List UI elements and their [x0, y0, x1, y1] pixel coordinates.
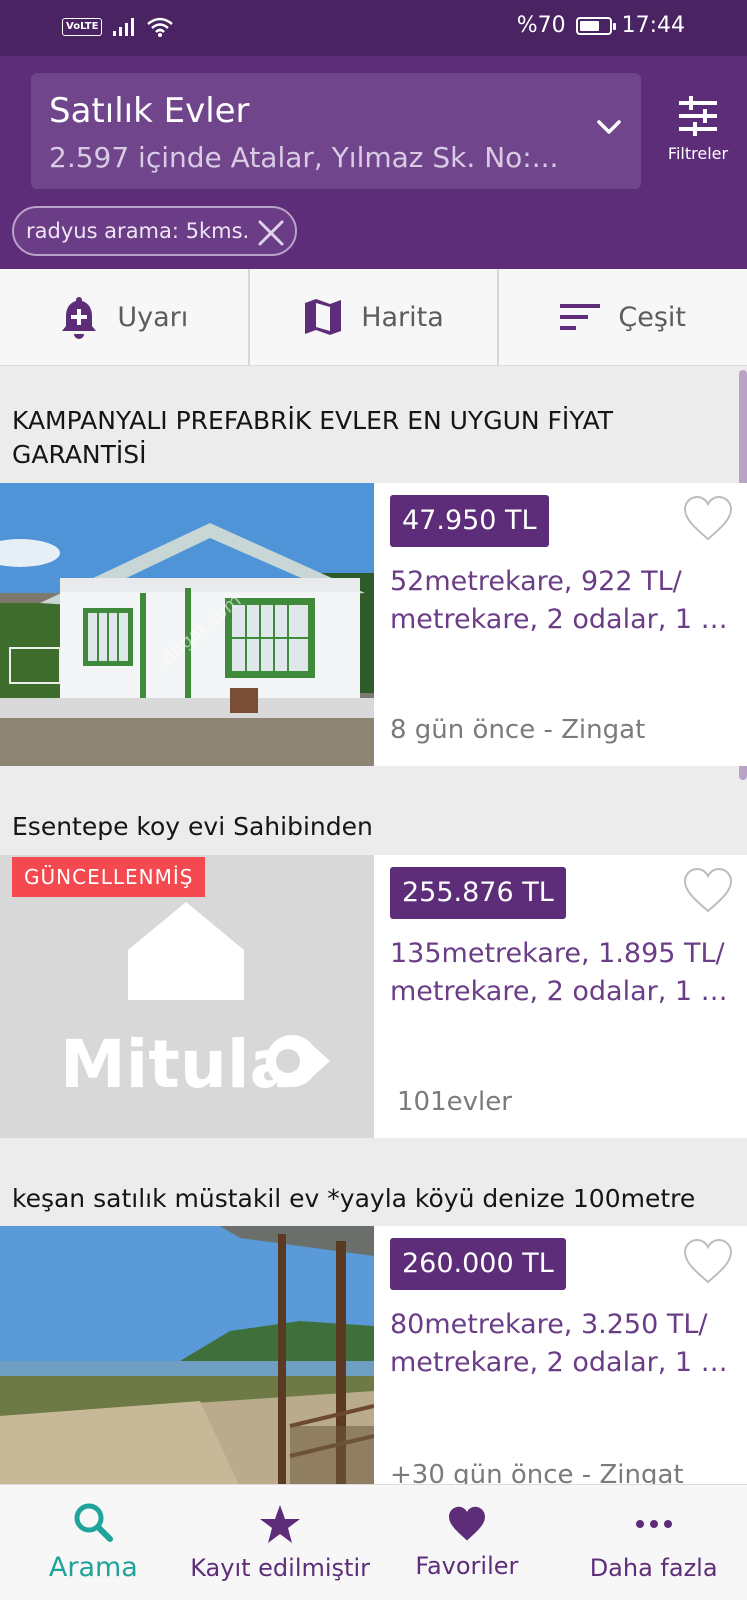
seaside-house-photo	[0, 1226, 374, 1484]
sort-label: Çeşit	[618, 301, 686, 333]
details-line: metrekare, 2 odalar, 1 t...	[390, 976, 730, 1007]
price-tag: 260.000 TL	[390, 1238, 566, 1290]
mitula-placeholder-image: Mitula	[60, 902, 330, 1103]
search-location: 2.597 içinde Atalar, Yılmaz Sk. No:...	[49, 141, 559, 174]
search-icon	[74, 1503, 114, 1542]
updated-badge: GÜNCELLENMİŞ	[12, 857, 206, 897]
wifi-icon	[147, 17, 174, 37]
alert-label: Uyarı	[117, 301, 189, 333]
battery-icon	[575, 16, 616, 35]
star-icon	[260, 1504, 301, 1543]
listing-title[interactable]: KAMPANYALI PREFABRİK EVLER EN UYGUN FİYA…	[12, 404, 712, 472]
price-tag: 255.876 TL	[390, 867, 566, 919]
filters-button[interactable]: Filtreler	[658, 96, 738, 163]
chevron-down-icon[interactable]	[595, 117, 623, 137]
radius-chip[interactable]: radyus arama: 5kms.	[12, 206, 298, 256]
close-icon[interactable]	[257, 219, 285, 247]
listing-card[interactable]: 260.000 TL 80metrekare, 3.250 TL/ metrek…	[0, 1226, 747, 1484]
details-line: 52metrekare, 922 TL/	[390, 566, 682, 597]
listing-card[interactable]: zingat.com 47.950 TL 52metrekare, 922 TL…	[0, 483, 747, 766]
status-bar: VoLTE %70 17:44	[0, 0, 747, 56]
map-icon	[305, 299, 342, 335]
nav-saved-label: Kayıt edilmiştir	[190, 1553, 370, 1582]
radius-chip-label: radyus arama: 5kms.	[26, 219, 250, 243]
more-icon	[635, 1519, 672, 1528]
details-line: 80metrekare, 3.250 TL/	[390, 1309, 708, 1340]
price-tag: 47.950 TL	[390, 495, 549, 547]
nav-more-label: Daha fazla	[589, 1553, 718, 1582]
mitula-logo: Mitula	[60, 1026, 294, 1103]
listing-details: 135metrekare, 1.895 TL/ metrekare, 2 oda…	[390, 935, 730, 1011]
sort-button[interactable]: Çeşit	[499, 269, 747, 365]
details-line: metrekare, 2 odalar, 1 t...	[390, 604, 730, 635]
nav-favorites-label: Favoriler	[415, 1551, 519, 1580]
listing-photo[interactable]	[0, 1226, 374, 1484]
sliders-icon	[679, 96, 717, 136]
map-label: Harita	[361, 301, 444, 333]
listing-card[interactable]: Mitula GÜNCELLENMİŞ 255.876 TL 135metrek…	[0, 855, 747, 1138]
heart-outline-icon[interactable]	[682, 867, 734, 915]
details-line: 135metrekare, 1.895 TL/	[390, 938, 725, 969]
location-search-box[interactable]: Satılık Evler 2.597 içinde Atalar, Yılma…	[31, 73, 641, 189]
map-button[interactable]: Harita	[250, 269, 500, 365]
app-header: Satılık Evler 2.597 içinde Atalar, Yılma…	[0, 56, 747, 269]
listing-title[interactable]: keşan satılık müstakil ev *yayla köyü de…	[12, 1182, 712, 1216]
listing-meta: 101evler	[397, 1087, 512, 1117]
listing-details: 52metrekare, 922 TL/ metrekare, 2 odalar…	[390, 563, 730, 639]
bell-plus-icon	[62, 297, 97, 339]
signal-icon	[113, 18, 135, 36]
alert-button[interactable]: Uyarı	[0, 269, 250, 365]
heart-icon	[448, 1506, 485, 1540]
listing-meta: +30 gün önce - Zingat	[390, 1460, 684, 1484]
action-bar: Uyarı Harita Çeşit	[0, 269, 747, 366]
bottom-navigation: Arama Kayıt edilmiştir Favoriler Daha fa…	[0, 1484, 747, 1600]
listing-meta: 8 gün önce - Zingat	[390, 715, 646, 745]
search-title: Satılık Evler	[49, 91, 250, 131]
nav-favorites[interactable]: Favoriler	[374, 1485, 561, 1600]
heart-outline-icon[interactable]	[682, 1238, 734, 1286]
volte-icon: VoLTE	[62, 18, 103, 36]
heart-outline-icon[interactable]	[682, 495, 734, 543]
listing-photo[interactable]: Mitula	[0, 855, 374, 1138]
nav-more[interactable]: Daha fazla	[560, 1485, 747, 1600]
prefab-house-photo: zingat.com	[0, 483, 374, 766]
listing-title[interactable]: Esentepe koy evi Sahibinden	[12, 810, 712, 844]
nav-search[interactable]: Arama	[0, 1485, 187, 1600]
battery-percent: %70	[516, 13, 566, 38]
listing-photo[interactable]: zingat.com	[0, 483, 374, 766]
battery-level	[579, 20, 600, 31]
sort-icon	[560, 304, 601, 330]
details-line: metrekare, 2 odalar, 1 t...	[390, 1347, 730, 1378]
listing-details: 80metrekare, 3.250 TL/ metrekare, 2 odal…	[390, 1306, 730, 1382]
clock: 17:44	[621, 13, 685, 38]
filters-label: Filtreler	[667, 144, 729, 163]
nav-saved[interactable]: Kayıt edilmiştir	[187, 1485, 374, 1600]
nav-search-label: Arama	[48, 1552, 138, 1583]
